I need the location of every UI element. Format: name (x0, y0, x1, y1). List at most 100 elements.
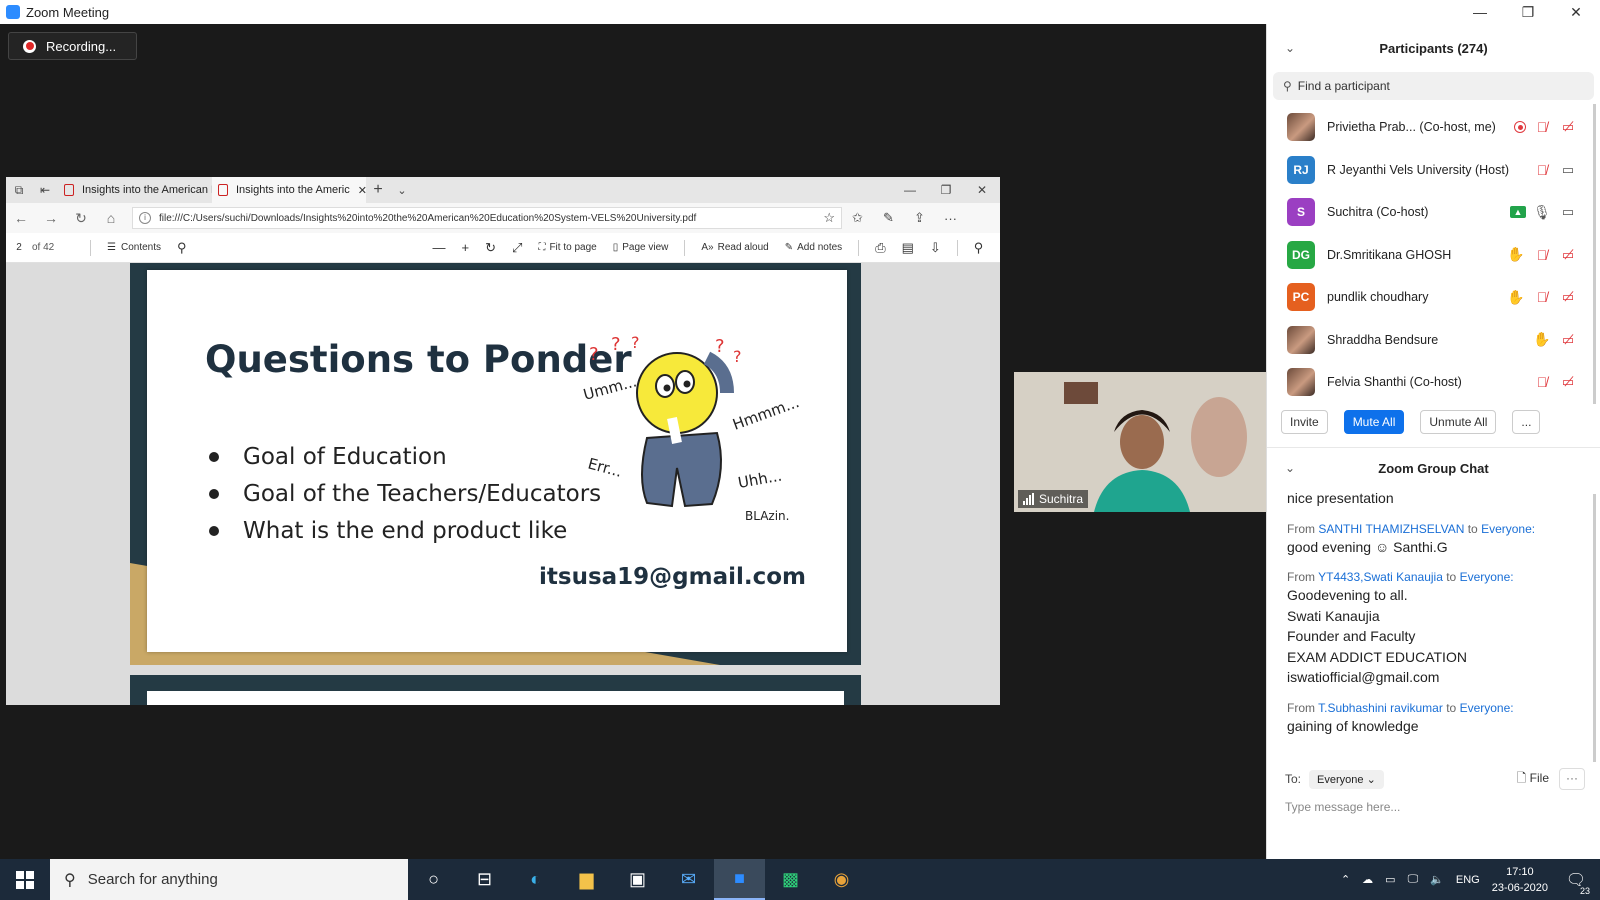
pin-icon[interactable]: ⚲ (974, 240, 984, 256)
task-view-icon[interactable]: ⊟ (459, 859, 510, 900)
unmute-all-button[interactable]: Unmute All (1420, 409, 1497, 434)
rotate-icon[interactable]: ↻ (485, 240, 496, 256)
participants-scrollbar[interactable] (1593, 104, 1596, 404)
mic-muted-icon[interactable]: 🎙̸ (1532, 119, 1552, 135)
fullscreen-icon[interactable]: ⤢ (512, 240, 522, 256)
pycharm-icon[interactable]: ▩ (765, 859, 816, 900)
refresh-icon[interactable]: ↻ (66, 210, 96, 227)
file-button[interactable]: 🗋 File (1517, 769, 1549, 790)
participant-row[interactable]: Shraddha Bendsure ✋ ▭̸ (1267, 319, 1600, 362)
invite-button[interactable]: Invite (1281, 409, 1328, 434)
mic-muted-icon[interactable]: 🎙̸ (1532, 247, 1552, 263)
chat-recipient[interactable]: Everyone: (1481, 522, 1535, 536)
chevron-down-icon[interactable]: ⌄ (1285, 41, 1295, 55)
chat-recipient[interactable]: Everyone: (1460, 701, 1514, 715)
mic-muted-icon[interactable]: 🎙̸ (1532, 374, 1552, 390)
mic-icon[interactable]: 🎙 (1532, 204, 1552, 221)
zoom-out-icon[interactable]: — (433, 240, 446, 255)
forward-icon[interactable]: → (36, 210, 66, 226)
participant-row[interactable]: DG Dr.Smritikana GHOSH ✋ 🎙̸ ▭̸ (1267, 234, 1600, 277)
browser-minimize-icon[interactable]: — (892, 183, 928, 197)
share-icon[interactable]: ⇪ (904, 210, 935, 226)
favorites-icon[interactable]: ✩ (842, 210, 873, 226)
zoom-app-icon[interactable]: ■ (714, 859, 765, 900)
tab-actions-icon[interactable]: ⧉ (6, 183, 32, 198)
new-tab-icon[interactable]: + (366, 181, 390, 199)
volume-icon[interactable]: 🔈 (1430, 873, 1444, 886)
page-number-input[interactable]: 2 (6, 242, 32, 253)
notification-center-icon[interactable]: 🗨 23 (1560, 870, 1592, 896)
chevron-up-icon[interactable]: ⌃ (1341, 873, 1350, 886)
mail-icon[interactable]: ✉ (663, 859, 714, 900)
chat-scrollbar[interactable] (1593, 494, 1596, 762)
save-as-icon[interactable]: ⇩ (930, 240, 941, 256)
page-view-button[interactable]: ▯ Page view (613, 242, 669, 253)
contents-button[interactable]: ☰ Contents (107, 242, 161, 253)
chat-sender[interactable]: YT4433,Swati Kanaujia (1318, 570, 1443, 584)
chevron-down-icon[interactable]: ⌄ (1285, 461, 1295, 475)
participant-row[interactable]: RJ R Jeyanthi Vels University (Host) 🎙̸ … (1267, 149, 1600, 192)
video-off-icon[interactable]: ▭̸ (1558, 289, 1578, 305)
info-icon[interactable]: i (139, 212, 151, 224)
store-icon[interactable]: ▣ (612, 859, 663, 900)
close-tab-icon[interactable]: ✕ (358, 184, 366, 197)
favorite-star-icon[interactable]: ☆ (823, 210, 835, 226)
edge-browser-icon[interactable]: ◐ (510, 859, 561, 900)
video-tile[interactable]: Suchitra (1014, 372, 1266, 512)
mic-muted-icon[interactable]: 🎙̸ (1532, 289, 1552, 305)
browser-restore-icon[interactable]: ❐ (928, 183, 964, 197)
video-off-icon[interactable]: ▭̸ (1558, 374, 1578, 390)
chevron-down-icon[interactable]: ⌄ (390, 184, 414, 197)
battery-icon[interactable]: ▭ (1385, 873, 1395, 886)
participant-row[interactable]: Felvia Shanthi (Co-host) 🎙̸ ▭̸ (1267, 361, 1600, 396)
chat-message-input[interactable]: Type message here... (1267, 800, 1600, 814)
video-icon[interactable]: ▭ (1558, 204, 1578, 220)
close-button[interactable]: ✕ (1552, 0, 1600, 24)
file-explorer-icon[interactable]: ▆ (561, 859, 612, 900)
chat-messages[interactable]: nice presentation From SANTHI THAMIZHSEL… (1267, 488, 1600, 750)
cortana-icon[interactable]: ○ (408, 859, 459, 900)
zoom-in-icon[interactable]: + (462, 240, 470, 255)
more-options-button[interactable]: ... (1512, 409, 1541, 434)
chat-sender[interactable]: T.Subhashini ravikumar (1318, 701, 1443, 715)
read-aloud-button[interactable]: A» Read aloud (701, 242, 768, 253)
home-icon[interactable]: ⌂ (96, 210, 126, 226)
back-icon[interactable]: ← (6, 210, 36, 226)
participant-search-input[interactable]: ⚲ Find a participant (1273, 72, 1594, 100)
set-aside-tabs-icon[interactable]: ⇤ (32, 183, 58, 197)
language-indicator[interactable]: ENG (1456, 874, 1480, 886)
chat-more-button[interactable]: ··· (1559, 768, 1585, 790)
recording-indicator[interactable]: Recording... (8, 32, 137, 60)
browser-tab-2[interactable]: Insights into the Americ ✕ (212, 177, 366, 203)
fit-to-page-button[interactable]: ⛶ Fit to page (538, 242, 596, 253)
print-icon[interactable]: ⎙ (875, 240, 885, 256)
video-off-icon[interactable]: ▭̸ (1558, 119, 1578, 135)
pen-icon[interactable]: ✎ (873, 210, 904, 226)
minimize-button[interactable]: — (1456, 0, 1504, 24)
participant-row[interactable]: PC pundlik choudhary ✋ 🎙̸ ▭̸ (1267, 276, 1600, 319)
chrome-icon[interactable]: ◉ (816, 859, 867, 900)
taskbar-search-input[interactable]: ⚲ Search for anything (50, 859, 408, 900)
search-icon[interactable]: ⚲ (177, 240, 187, 256)
recipient-dropdown[interactable]: Everyone ⌄ (1309, 769, 1384, 789)
mute-all-button[interactable]: Mute All (1343, 409, 1405, 434)
participant-row[interactable]: Privietha Prab... (Co-host, me) 🎙̸ ▭̸ (1267, 106, 1600, 149)
restore-button[interactable]: ❐ (1504, 0, 1552, 24)
network-icon[interactable]: 🖵 (1408, 873, 1419, 886)
browser-tab-1[interactable]: Insights into the American E (58, 177, 212, 203)
mic-muted-icon[interactable]: 🎙̸ (1532, 162, 1552, 178)
chat-recipient[interactable]: Everyone: (1460, 570, 1514, 584)
add-notes-button[interactable]: ✎ Add notes (785, 242, 842, 253)
save-icon[interactable]: ▤ (902, 240, 914, 256)
browser-close-icon[interactable]: ✕ (964, 183, 1000, 197)
video-off-icon[interactable]: ▭̸ (1558, 247, 1578, 263)
participant-row[interactable]: S Suchitra (Co-host) ▲ 🎙 ▭ (1267, 191, 1600, 234)
cloud-icon[interactable]: ☁ (1362, 873, 1373, 886)
chat-sender[interactable]: SANTHI THAMIZHSELVAN (1318, 522, 1464, 536)
pdf-viewer[interactable]: Questions to Ponder Goal of Education Go… (6, 263, 1000, 705)
clock[interactable]: 17:10 23-06-2020 (1492, 864, 1548, 896)
video-off-icon[interactable]: ▭̸ (1558, 332, 1578, 348)
video-icon[interactable]: ▭ (1558, 162, 1578, 178)
more-icon[interactable]: ··· (935, 211, 966, 226)
url-field[interactable]: i file:///C:/Users/suchi/Downloads/Insig… (132, 207, 842, 229)
